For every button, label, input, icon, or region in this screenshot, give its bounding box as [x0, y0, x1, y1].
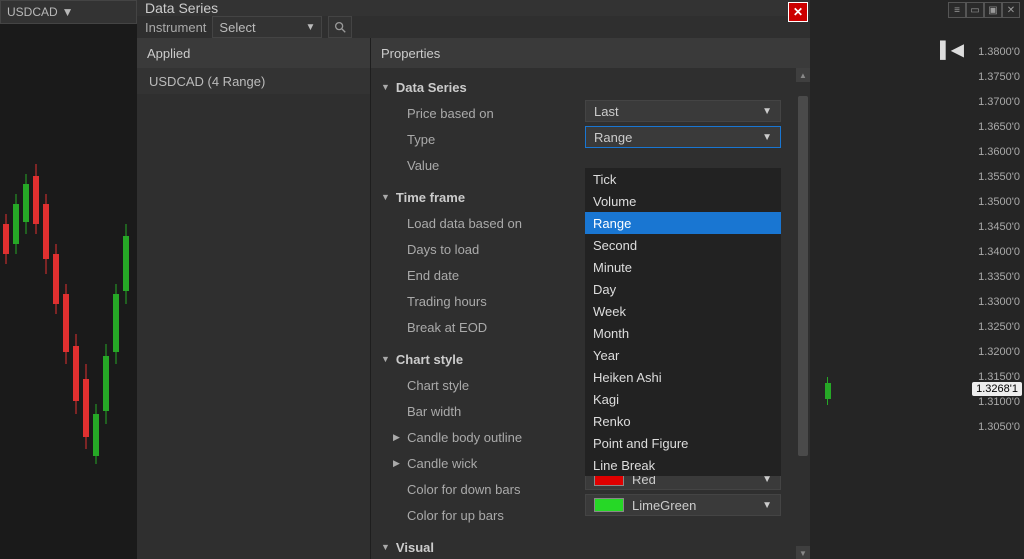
prop-color-up: Color for up bars	[407, 508, 577, 523]
price-tick: 1.3700'0	[978, 90, 1020, 115]
triangle-right-icon[interactable]: ▶	[393, 458, 400, 469]
symbol-label: USDCAD	[7, 5, 58, 19]
price-based-on-select[interactable]: Last▼	[585, 100, 781, 122]
prop-break-eod: Break at EOD	[407, 320, 577, 335]
search-icon	[333, 20, 347, 34]
instrument-search-button[interactable]	[328, 16, 352, 38]
properties-scrollbar[interactable]: ▲ ▼	[796, 68, 810, 559]
type-option[interactable]: Renko	[585, 410, 781, 432]
price-tick: 1.3050'0	[978, 415, 1020, 440]
triangle-down-icon: ▼	[381, 542, 390, 552]
prop-chart-style: Chart style	[407, 378, 577, 393]
type-option[interactable]: Kagi	[585, 388, 781, 410]
instrument-label: Instrument	[145, 20, 206, 35]
chevron-down-icon: ▼	[762, 106, 772, 117]
prop-trading-hours: Trading hours	[407, 294, 577, 309]
type-option[interactable]: Volume	[585, 190, 781, 212]
window-close-button[interactable]: ✕	[1002, 2, 1020, 18]
type-select[interactable]: Range▼	[585, 126, 781, 148]
dialog-title: Data Series	[137, 0, 810, 16]
prop-candle-wick: Candle wick	[407, 456, 477, 471]
group-visual[interactable]: ▼Visual	[381, 534, 810, 559]
type-option[interactable]: Line Break	[585, 454, 781, 476]
triangle-down-icon: ▼	[381, 192, 390, 202]
type-option[interactable]: Day	[585, 278, 781, 300]
scroll-down-button[interactable]: ▼	[796, 546, 810, 559]
close-button[interactable]: ✕	[788, 2, 808, 22]
prop-load-data: Load data based on	[407, 216, 577, 231]
type-option[interactable]: Minute	[585, 256, 781, 278]
current-price-badge: 1.3268'1	[972, 382, 1022, 396]
instrument-select[interactable]: Select ▼	[212, 16, 322, 38]
price-tick: 1.3350'0	[978, 265, 1020, 290]
scroll-up-button[interactable]: ▲	[796, 68, 810, 82]
window-button-3[interactable]: ▣	[984, 2, 1002, 18]
candlestick-preview	[0, 104, 137, 504]
price-axis: 1.3800'01.3750'01.3700'01.3650'01.3600'0…	[978, 40, 1020, 440]
type-option[interactable]: Range	[585, 212, 781, 234]
price-tick: 1.3650'0	[978, 115, 1020, 140]
chart-area[interactable]	[0, 24, 137, 559]
properties-header: Properties	[371, 38, 810, 68]
jump-latest-icon[interactable]: ▌◀	[940, 40, 964, 60]
prop-bar-width: Bar width	[407, 404, 577, 419]
prop-color-down: Color for down bars	[407, 482, 577, 497]
prop-days-to-load: Days to load	[407, 242, 577, 257]
chevron-down-icon: ▼	[62, 5, 74, 19]
prop-value: Value	[407, 158, 577, 173]
prop-end-date: End date	[407, 268, 577, 283]
chevron-down-icon: ▼	[762, 132, 772, 143]
scroll-thumb[interactable]	[798, 96, 808, 456]
prop-type: Type	[407, 132, 577, 147]
price-tick: 1.3400'0	[978, 240, 1020, 265]
prop-candle-body-outline: Candle body outline	[407, 430, 522, 445]
color-swatch-limegreen	[594, 498, 624, 512]
triangle-right-icon[interactable]: ▶	[393, 432, 400, 443]
type-option[interactable]: Month	[585, 322, 781, 344]
latest-candle	[825, 383, 831, 399]
price-tick: 1.3800'0	[978, 40, 1020, 65]
applied-item[interactable]: USDCAD (4 Range)	[137, 68, 370, 94]
type-option[interactable]: Week	[585, 300, 781, 322]
price-tick: 1.3200'0	[978, 340, 1020, 365]
triangle-down-icon: ▼	[381, 82, 390, 92]
price-tick: 1.3600'0	[978, 140, 1020, 165]
type-option[interactable]: Second	[585, 234, 781, 256]
price-tick: 1.3750'0	[978, 65, 1020, 90]
type-dropdown: TickVolumeRangeSecondMinuteDayWeekMonthY…	[585, 168, 781, 476]
price-tick: 1.3450'0	[978, 215, 1020, 240]
window-button-1[interactable]: ≡	[948, 2, 966, 18]
triangle-down-icon: ▼	[381, 354, 390, 364]
price-tick: 1.3300'0	[978, 290, 1020, 315]
prop-price-based-on: Price based on	[407, 106, 577, 121]
type-option[interactable]: Heiken Ashi	[585, 366, 781, 388]
type-option[interactable]: Tick	[585, 168, 781, 190]
group-data-series[interactable]: ▼Data Series	[381, 74, 810, 100]
price-tick: 1.3250'0	[978, 315, 1020, 340]
instrument-select-value: Select	[219, 20, 255, 35]
window-button-2[interactable]: ▭	[966, 2, 984, 18]
price-tick: 1.3500'0	[978, 190, 1020, 215]
color-up-select[interactable]: LimeGreen▼	[585, 494, 781, 516]
price-tick: 1.3550'0	[978, 165, 1020, 190]
chevron-down-icon: ▼	[762, 500, 772, 511]
type-option[interactable]: Year	[585, 344, 781, 366]
chevron-down-icon: ▼	[306, 22, 316, 33]
applied-header: Applied	[137, 38, 370, 68]
symbol-selector[interactable]: USDCAD ▼	[0, 0, 137, 24]
type-option[interactable]: Point and Figure	[585, 432, 781, 454]
